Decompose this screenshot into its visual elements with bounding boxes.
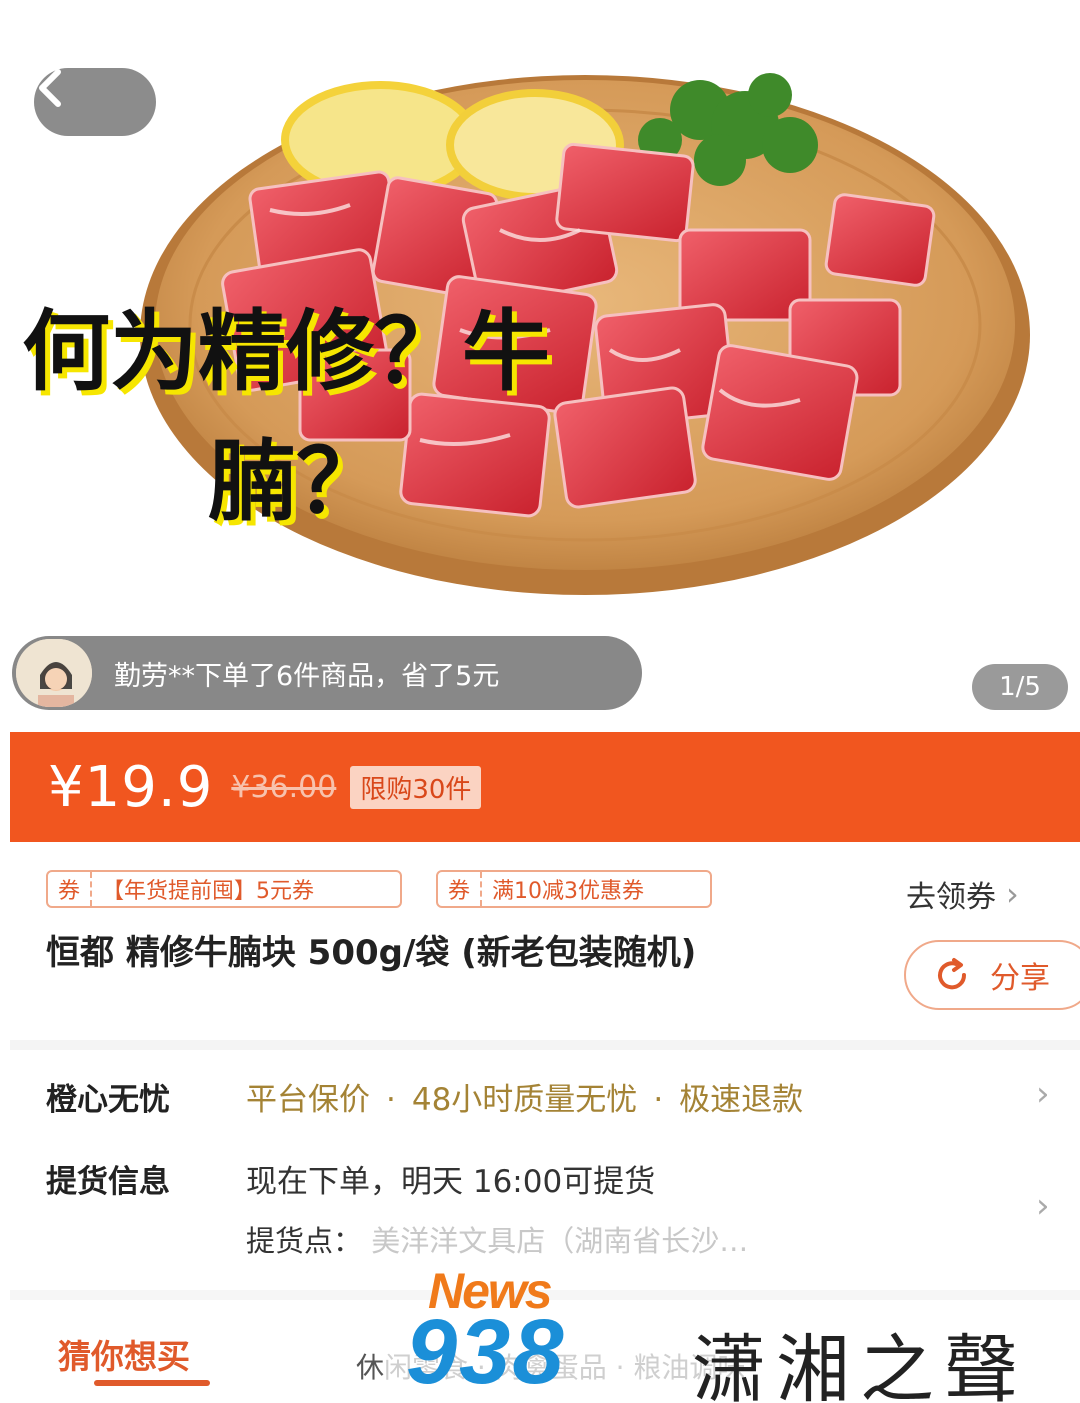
pickup-point-value: 美洋洋文具店（湖南省长沙… — [371, 1224, 749, 1258]
chevron-right-icon[interactable]: › — [1036, 1186, 1050, 1226]
pickup-point[interactable]: 提货点： 美洋洋文具店（湖南省长沙… — [246, 1218, 748, 1260]
coupon-row: 券 【年货提前囤】5元券 券 满10减3优惠券 去领券 › — [0, 862, 1080, 918]
tab-guess-you-like[interactable]: 猜你想买 — [58, 1330, 190, 1378]
avatar — [16, 639, 92, 707]
share-button[interactable]: 分享 — [904, 940, 1080, 1010]
purchase-limit-badge: 限购30件 — [350, 765, 482, 809]
buyer-notice: 勤劳**下单了6件商品，省了5元 — [12, 636, 642, 710]
chevron-right-icon[interactable]: › — [1036, 1074, 1050, 1114]
price-bar: ¥19.9 ¥36.00 限购30件 — [10, 732, 1080, 842]
current-price: ¥19.9 — [48, 754, 214, 820]
product-image-gallery[interactable]: 何为精修？牛 腩？ 勤劳**下单了6件商品，省了5元 1/5 — [0, 0, 1080, 728]
service-item: 极速退款 — [679, 1082, 804, 1118]
watermark-logo-text: 潇湘之聲 — [692, 1327, 1028, 1403]
back-button[interactable] — [34, 68, 156, 136]
page-indicator: 1/5 — [972, 664, 1068, 710]
overlay-title-line1: 何为精修？牛 — [22, 300, 551, 403]
pickup-point-label: 提货点： — [246, 1224, 363, 1258]
buyer-notice-text: 勤劳**下单了6件商品，省了5元 — [114, 660, 500, 692]
coupon-name: 【年货提前囤】5元券 — [102, 879, 315, 904]
service-item: 平台保价 — [246, 1082, 370, 1118]
share-icon — [938, 958, 967, 990]
section-divider — [10, 1040, 1080, 1050]
coupon-tag: 券 — [438, 872, 483, 906]
original-price: ¥36.00 — [231, 769, 337, 805]
product-title: 恒都 精修牛腩块 500g/袋 (新老包装随机) — [46, 933, 697, 973]
share-label: 分享 — [990, 961, 1050, 996]
coupon-item[interactable]: 券 【年货提前囤】5元券 — [46, 870, 402, 908]
overlay-title-line2: 腩？ — [208, 430, 385, 533]
coupon-item[interactable]: 券 满10减3优惠券 — [436, 870, 712, 908]
get-coupon-link[interactable]: 去领券 › — [906, 872, 1019, 916]
chevron-left-icon — [39, 69, 61, 107]
service-item: 48小时质量无忧 — [411, 1082, 638, 1118]
tab-partial-label: 休 — [356, 1351, 385, 1384]
coupon-name: 满10减3优惠券 — [492, 879, 645, 904]
watermark-number: 938 — [406, 1301, 566, 1403]
active-tab-indicator — [94, 1380, 210, 1386]
chevron-right-icon: › — [1006, 875, 1019, 913]
pickup-time: 现在下单，明天 16:00可提货 — [246, 1164, 656, 1200]
coupon-tag: 券 — [48, 872, 93, 906]
service-items[interactable]: 平台保价 · 48小时质量无忧 · 极速退款 — [246, 1074, 803, 1119]
pickup-label: 提货信息 — [46, 1164, 170, 1200]
get-coupon-label: 去领券 — [906, 880, 996, 915]
service-label: 橙心无忧 — [46, 1082, 170, 1118]
